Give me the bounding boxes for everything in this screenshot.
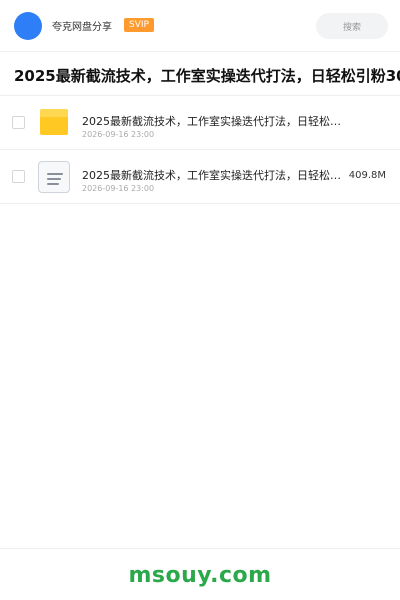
- file-date: 2026-09-16 23:00: [82, 130, 155, 139]
- page-title: 2025最新截流技术，工作室实操迭代打法，日轻松引粉300+: [14, 67, 400, 85]
- username: 夸克网盘分享: [52, 22, 112, 33]
- svip-badge: SVIP: [124, 18, 154, 32]
- file-name: 2025最新截流技术，工作室实操迭代打法，日轻松引粉300+: [82, 169, 350, 182]
- list-item[interactable]: 2025最新截流技术，工作室实操迭代打法，日轻松引粉300+ 2026-09-1…: [0, 150, 400, 204]
- checkbox[interactable]: [12, 116, 25, 129]
- file-list: 2025最新截流技术，工作室实操迭代打法，日轻松引粉300+ 2026-09-1…: [0, 96, 400, 204]
- search-input[interactable]: 搜索: [316, 13, 388, 39]
- footer: msouy.com: [0, 548, 400, 600]
- title-bar: 2025最新截流技术，工作室实操迭代打法，日轻松引粉300+: [0, 52, 400, 96]
- document-icon: [38, 161, 70, 193]
- list-item[interactable]: 2025最新截流技术，工作室实操迭代打法，日轻松引粉300+ 2026-09-1…: [0, 96, 400, 150]
- file-name: 2025最新截流技术，工作室实操迭代打法，日轻松引粉300+: [82, 115, 350, 128]
- share-page: 夸克网盘分享 SVIP 搜索 2025最新截流技术，工作室实操迭代打法，日轻松引…: [0, 0, 400, 600]
- header: 夸克网盘分享 SVIP 搜索: [0, 0, 400, 52]
- file-size: 409.8M: [348, 170, 386, 181]
- file-date: 2026-09-16 23:00: [82, 184, 155, 193]
- watermark: msouy.com: [128, 563, 272, 588]
- folder-icon: [38, 107, 70, 139]
- checkbox[interactable]: [12, 170, 25, 183]
- avatar[interactable]: [14, 12, 42, 40]
